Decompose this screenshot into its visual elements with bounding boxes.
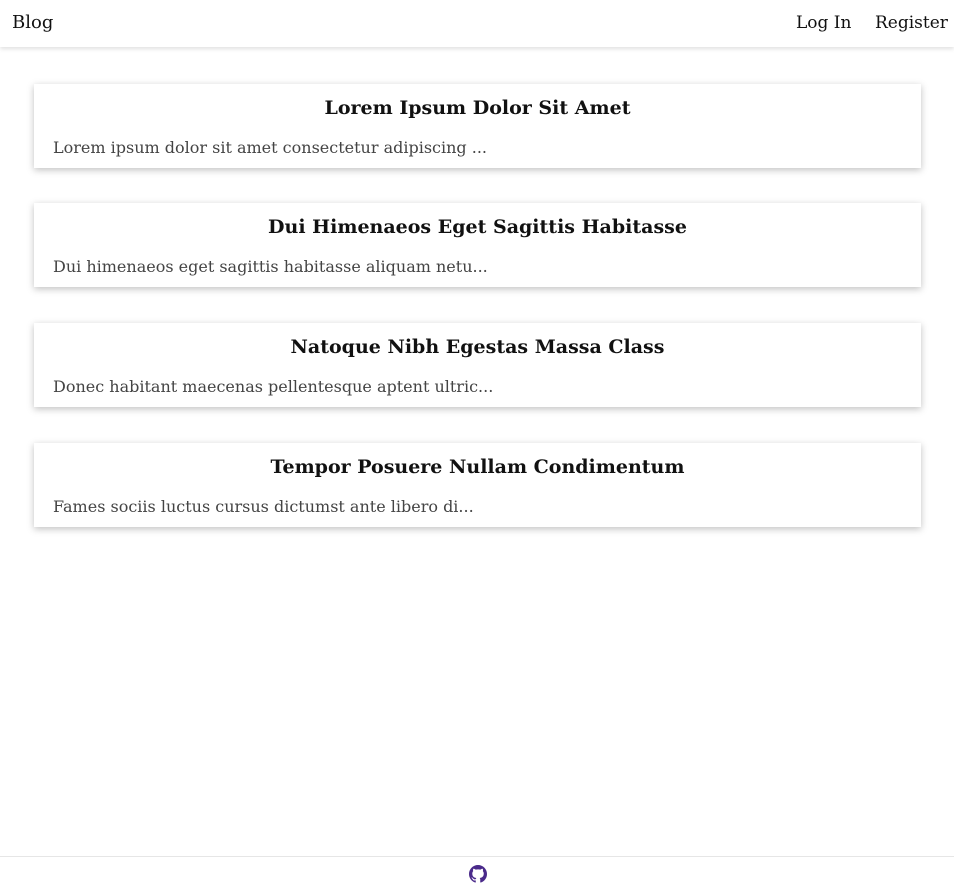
top-navbar: Blog Log In Register	[0, 0, 954, 47]
post-excerpt: Lorem ipsum dolor sit amet consectetur a…	[53, 138, 488, 157]
post-card[interactable]: Lorem Ipsum Dolor Sit Amet Lorem ipsum d…	[34, 84, 921, 168]
brand-link[interactable]: Blog	[12, 11, 53, 35]
post-card[interactable]: Dui Himenaeos Eget Sagittis Habitasse Du…	[34, 203, 921, 287]
post-title[interactable]: Tempor Posuere Nullam Condimentum	[34, 454, 921, 480]
login-link[interactable]: Log In	[796, 12, 851, 34]
post-excerpt: Fames sociis luctus cursus dictumst ante…	[53, 497, 474, 516]
post-excerpt: Dui himenaeos eget sagittis habitasse al…	[53, 257, 488, 276]
post-card[interactable]: Natoque Nibh Egestas Massa Class Donec h…	[34, 323, 921, 407]
post-excerpt: Donec habitant maecenas pellentesque apt…	[53, 377, 494, 396]
page-footer	[0, 856, 954, 889]
post-title[interactable]: Dui Himenaeos Eget Sagittis Habitasse	[34, 214, 921, 240]
post-title[interactable]: Natoque Nibh Egestas Massa Class	[34, 334, 921, 360]
register-link[interactable]: Register	[875, 12, 948, 34]
github-icon	[469, 865, 487, 883]
github-link[interactable]	[469, 865, 487, 883]
post-card[interactable]: Tempor Posuere Nullam Condimentum Fames …	[34, 443, 921, 527]
post-title[interactable]: Lorem Ipsum Dolor Sit Amet	[34, 95, 921, 121]
